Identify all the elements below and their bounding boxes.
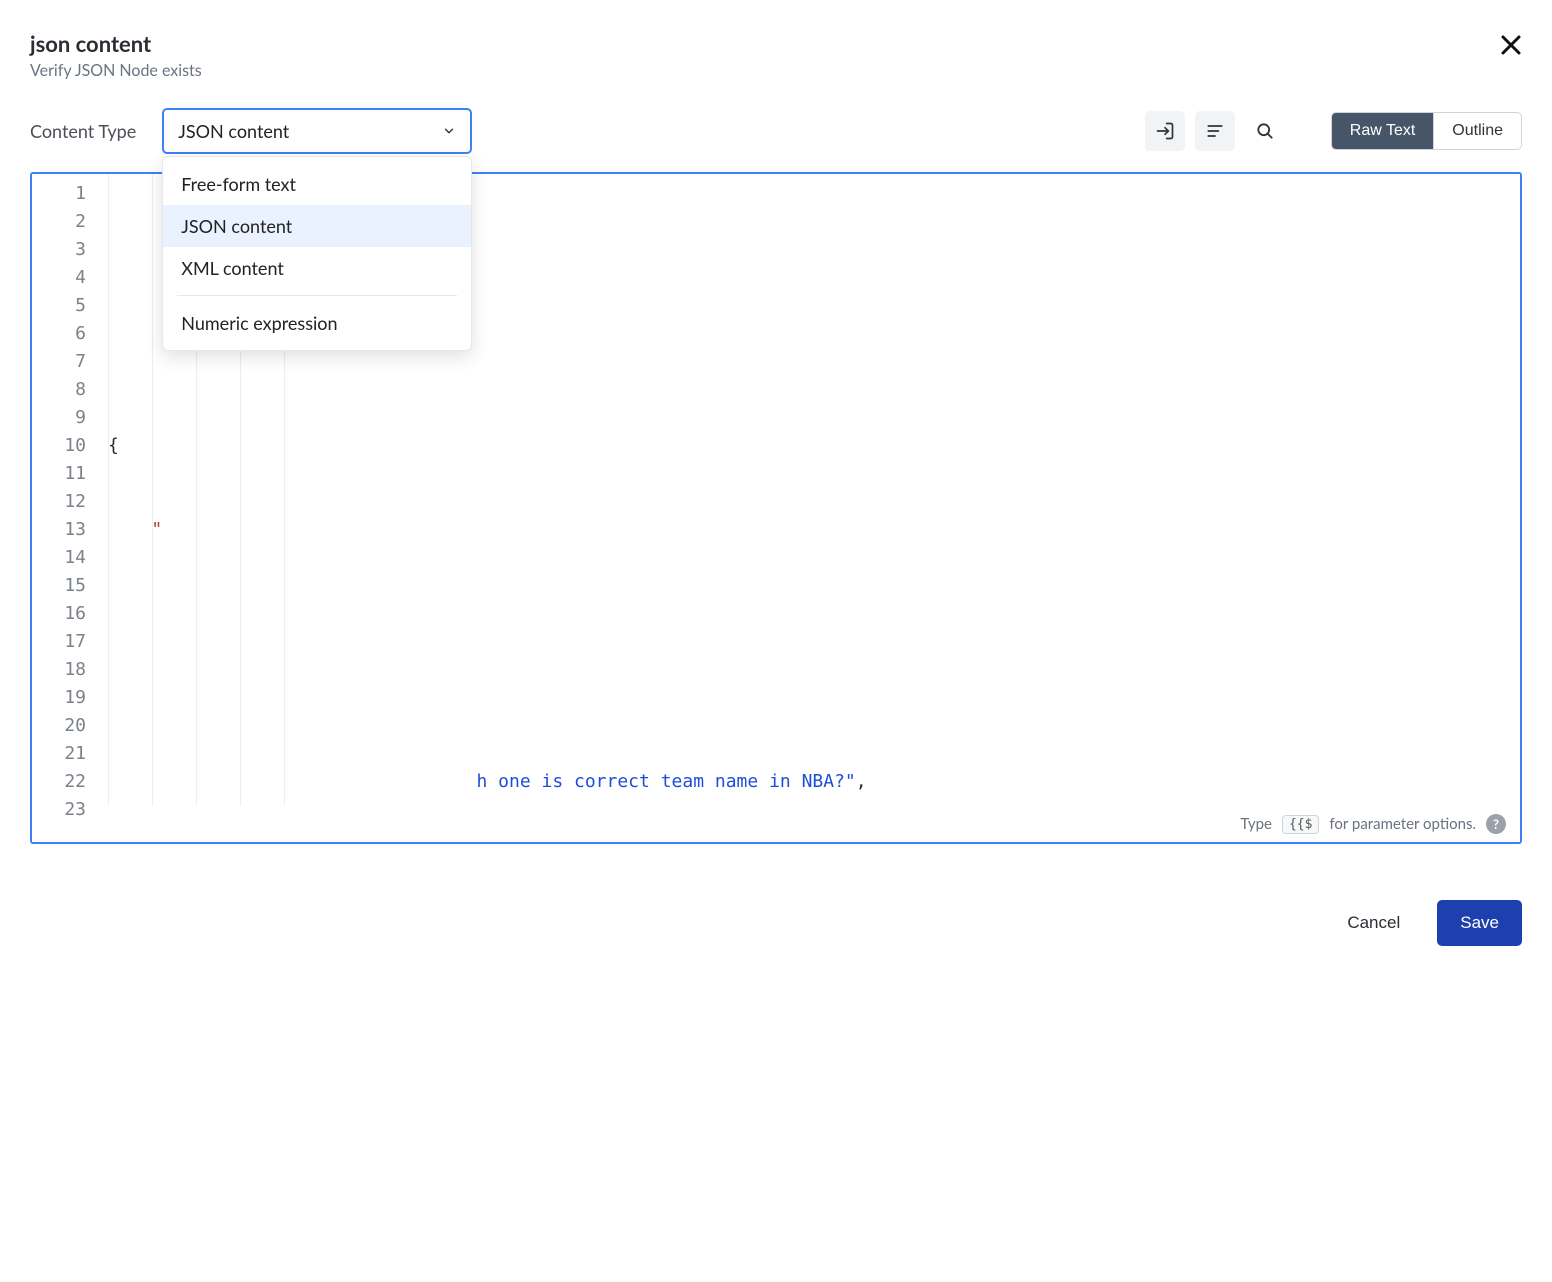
content-type-select[interactable]: JSON content	[162, 108, 472, 154]
line-number: 5	[32, 292, 102, 320]
line-number: 1	[32, 180, 102, 208]
line-number: 6	[32, 320, 102, 348]
line-number: 2	[32, 208, 102, 236]
close-icon[interactable]	[1500, 34, 1522, 56]
line-number: 8	[32, 376, 102, 404]
page-subtitle: Verify JSON Node exists	[30, 61, 202, 80]
content-type-dropdown: Free-form text JSON content XML content …	[162, 156, 472, 351]
line-number: 3	[32, 236, 102, 264]
chevron-down-icon	[442, 124, 456, 138]
hint-suffix: for parameter options.	[1329, 815, 1476, 833]
parameter-hint: Type {{$ for parameter options. ?	[32, 806, 1520, 842]
line-number: 9	[32, 404, 102, 432]
line-number: 18	[32, 656, 102, 684]
dropdown-separator	[177, 295, 457, 296]
line-number: 14	[32, 544, 102, 572]
content-type-label: Content Type	[30, 120, 136, 142]
cancel-button[interactable]: Cancel	[1324, 900, 1423, 946]
line-number: 10	[32, 432, 102, 460]
save-button[interactable]: Save	[1437, 900, 1522, 946]
help-icon[interactable]: ?	[1486, 814, 1506, 834]
page-title: json content	[30, 30, 202, 57]
line-number: 19	[32, 684, 102, 712]
hint-prefix: Type	[1240, 815, 1272, 833]
line-number: 12	[32, 488, 102, 516]
option-json-content[interactable]: JSON content	[163, 205, 471, 247]
option-numeric-expression[interactable]: Numeric expression	[163, 302, 471, 344]
line-number: 7	[32, 348, 102, 376]
line-number: 15	[32, 572, 102, 600]
hint-kbd: {{$	[1282, 815, 1319, 834]
line-number: 4	[32, 264, 102, 292]
line-number: 11	[32, 460, 102, 488]
format-icon[interactable]	[1195, 111, 1235, 151]
line-number: 16	[32, 600, 102, 628]
content-type-value: JSON content	[178, 120, 289, 142]
line-gutter: 1234567891011121314151617181920212223	[32, 174, 102, 806]
line-number: 20	[32, 712, 102, 740]
import-icon[interactable]	[1145, 111, 1185, 151]
line-number: 23	[32, 796, 102, 824]
line-number: 21	[32, 740, 102, 768]
view-toggle: Raw Text Outline	[1331, 112, 1522, 150]
tab-raw-text[interactable]: Raw Text	[1332, 113, 1434, 149]
line-number: 22	[32, 768, 102, 796]
line-number: 17	[32, 628, 102, 656]
option-free-form-text[interactable]: Free-form text	[163, 163, 471, 205]
search-icon[interactable]	[1245, 111, 1285, 151]
line-number: 13	[32, 516, 102, 544]
tab-outline[interactable]: Outline	[1433, 113, 1521, 149]
option-xml-content[interactable]: XML content	[163, 247, 471, 289]
